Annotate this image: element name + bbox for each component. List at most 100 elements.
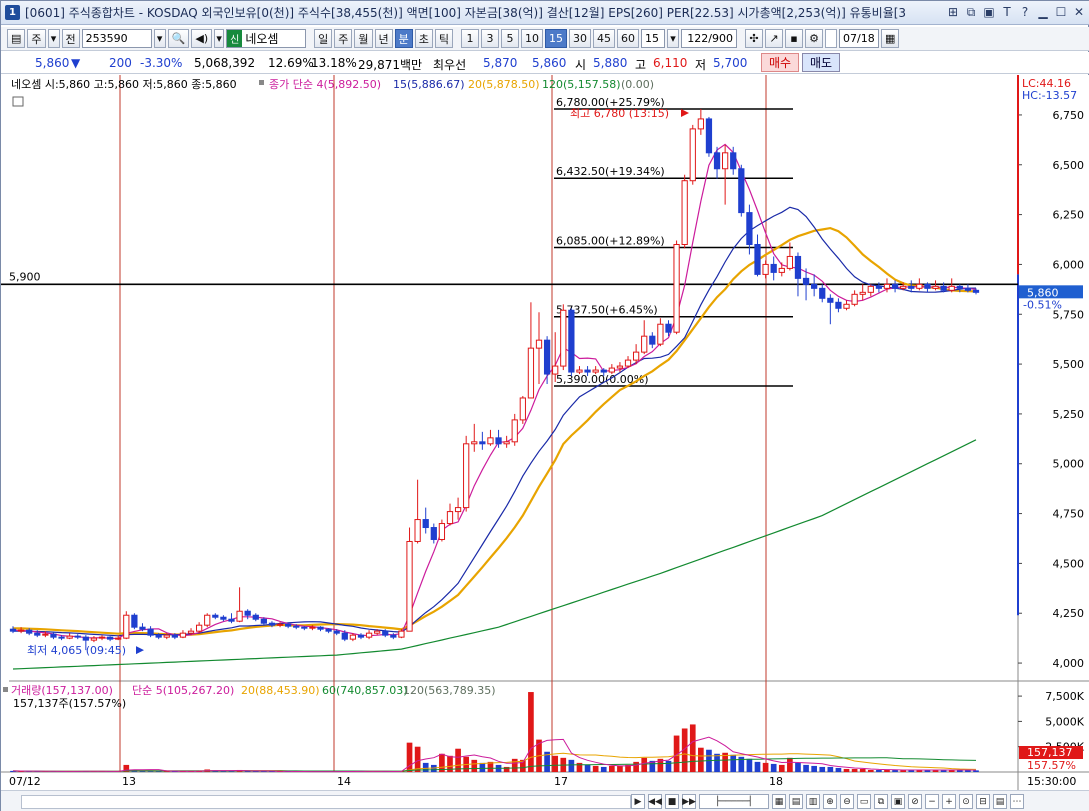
volume-legend-ma: 20(88,453.90)	[241, 684, 320, 697]
sound-icon[interactable]: ◀)	[191, 29, 213, 48]
search-icon[interactable]: 🔍	[167, 29, 190, 48]
compare-icon[interactable]: ⧉	[874, 794, 888, 809]
calendar-icon[interactable]: ▦	[881, 29, 900, 48]
interval-15-button[interactable]: 15	[545, 29, 567, 48]
scroll-right-icon[interactable]: ▶	[631, 794, 645, 809]
candle-body	[592, 369, 599, 373]
stock-name-field[interactable]: 신 네오셈	[226, 29, 307, 48]
close-icon[interactable]: ✕	[1072, 4, 1086, 20]
scroll-prev-icon[interactable]: ◀◀	[648, 794, 662, 809]
interval-input[interactable]: 15	[641, 29, 665, 48]
scroll-next-icon[interactable]: ▶▶	[682, 794, 696, 809]
date-input[interactable]: 07/18	[839, 29, 879, 48]
chart-scrollbar[interactable]	[21, 795, 631, 809]
candle-body	[495, 437, 502, 445]
period-second-button[interactable]: 초	[414, 29, 433, 48]
link-icon[interactable]: ⊞	[946, 4, 960, 20]
screen-icon[interactable]: ▣	[982, 4, 996, 20]
layout-icon[interactable]: ▤	[7, 29, 26, 48]
volume-legend-ma: 60(740,857.03)	[322, 684, 408, 697]
text-icon[interactable]: T	[1000, 4, 1014, 20]
low-note: 최저 4,065 (09:45)	[27, 644, 126, 657]
reset-icon[interactable]: ⊘	[908, 794, 922, 809]
minus-icon[interactable]: −	[925, 794, 939, 809]
maximize-icon[interactable]: ☐	[1054, 4, 1068, 20]
mode1-dropdown-icon[interactable]: ▾	[47, 29, 60, 48]
volume-bar	[876, 769, 882, 772]
save-icon[interactable]: ▪	[785, 29, 803, 48]
bar-icon[interactable]: ▥	[806, 794, 820, 809]
candle-body	[722, 152, 729, 170]
volume-bar	[689, 724, 696, 772]
buy-button[interactable]: 매수	[761, 53, 799, 72]
x-tick-label: 14	[337, 775, 351, 788]
help-icon[interactable]: ?	[1018, 4, 1032, 20]
mode2-button[interactable]: 전	[61, 29, 80, 48]
stop-icon[interactable]: ■	[665, 794, 679, 809]
interval-5-button[interactable]: 5	[501, 29, 519, 48]
price-volume-chart[interactable]: 6,7506,5006,2506,0005,7505,5005,2505,000…	[1, 75, 1089, 790]
table-icon[interactable]: ▤	[789, 794, 803, 809]
candle-body	[163, 634, 170, 638]
stock-code-input[interactable]: 253590	[81, 29, 152, 48]
overlay-icon[interactable]: ▣	[891, 794, 905, 809]
plus-icon[interactable]: +	[942, 794, 956, 809]
candle-body	[940, 285, 947, 291]
zoom-slider-icon[interactable]: ├─────┤	[699, 794, 769, 809]
interval-60-button[interactable]: 60	[617, 29, 639, 48]
interval-10-button[interactable]: 10	[521, 29, 543, 48]
candle-body	[697, 118, 704, 130]
zoom-in-icon[interactable]: ⊕	[823, 794, 837, 809]
candle-body	[244, 610, 251, 616]
period-tick-button[interactable]: 틱	[434, 29, 453, 48]
x-tick-label: 17	[554, 775, 568, 788]
interval-dropdown-icon[interactable]: ▾	[667, 29, 679, 48]
period-month-button[interactable]: 월	[354, 29, 373, 48]
interval-value: 15	[645, 32, 659, 45]
sell-button[interactable]: 매도	[802, 53, 840, 72]
period-year-button[interactable]: 년	[374, 29, 393, 48]
volume-bar	[617, 765, 623, 772]
interval-45-button[interactable]: 45	[593, 29, 615, 48]
candle-body	[398, 630, 405, 638]
more-icon[interactable]: ⋯	[1010, 794, 1024, 809]
interval-30-button[interactable]: 30	[569, 29, 591, 48]
mode1-button[interactable]: 주	[27, 29, 46, 48]
volume-sub-label: 157,137주(157.57%)	[13, 697, 126, 710]
volume-bar	[803, 764, 809, 772]
copy-icon[interactable]: ⧉	[964, 4, 978, 20]
interval-3-button[interactable]: 3	[481, 29, 499, 48]
window-title: [0601] 주식종합차트 - KOSDAQ 외국인보유[0(천)] 주식수[3…	[25, 6, 907, 20]
export-icon[interactable]: ⊟	[976, 794, 990, 809]
count-input[interactable]: 122/900	[681, 29, 737, 48]
candle-body	[187, 630, 195, 634]
ruler-icon[interactable]: ▭	[857, 794, 871, 809]
axis-up-stripe	[1017, 75, 1019, 275]
code-dropdown-icon[interactable]: ▾	[153, 29, 166, 48]
candle-body	[900, 285, 907, 289]
crosshair-icon[interactable]: ✣	[745, 29, 763, 48]
current-price: 5,860	[35, 56, 70, 70]
print-icon[interactable]: ▤	[993, 794, 1007, 809]
minimize-icon[interactable]: ▁	[1036, 4, 1050, 20]
candle-body	[414, 519, 421, 542]
interval-1-button[interactable]: 1	[461, 29, 479, 48]
candle-body	[616, 365, 624, 369]
volume-bar	[261, 771, 267, 772]
candle-body	[301, 626, 308, 629]
candle-body	[932, 285, 939, 289]
draw-tool-icon[interactable]: ↗	[765, 29, 783, 48]
period-day-button[interactable]: 일	[314, 29, 333, 48]
y-tick-label: 5,250	[1053, 408, 1085, 421]
sound-dropdown-icon[interactable]: ▾	[214, 29, 225, 48]
candle-body	[374, 630, 381, 634]
zoom-out-icon[interactable]: ⊖	[840, 794, 854, 809]
period-week-button[interactable]: 주	[334, 29, 353, 48]
grid-icon[interactable]: ▦	[772, 794, 786, 809]
fit-icon[interactable]: ⊙	[959, 794, 973, 809]
volume-tick-label: 5,000K	[1045, 715, 1084, 728]
volume-bar	[787, 757, 793, 772]
settings-icon[interactable]: ⚙	[805, 29, 823, 48]
date-checkbox[interactable]	[825, 29, 837, 48]
period-minute-button[interactable]: 분	[394, 29, 413, 48]
